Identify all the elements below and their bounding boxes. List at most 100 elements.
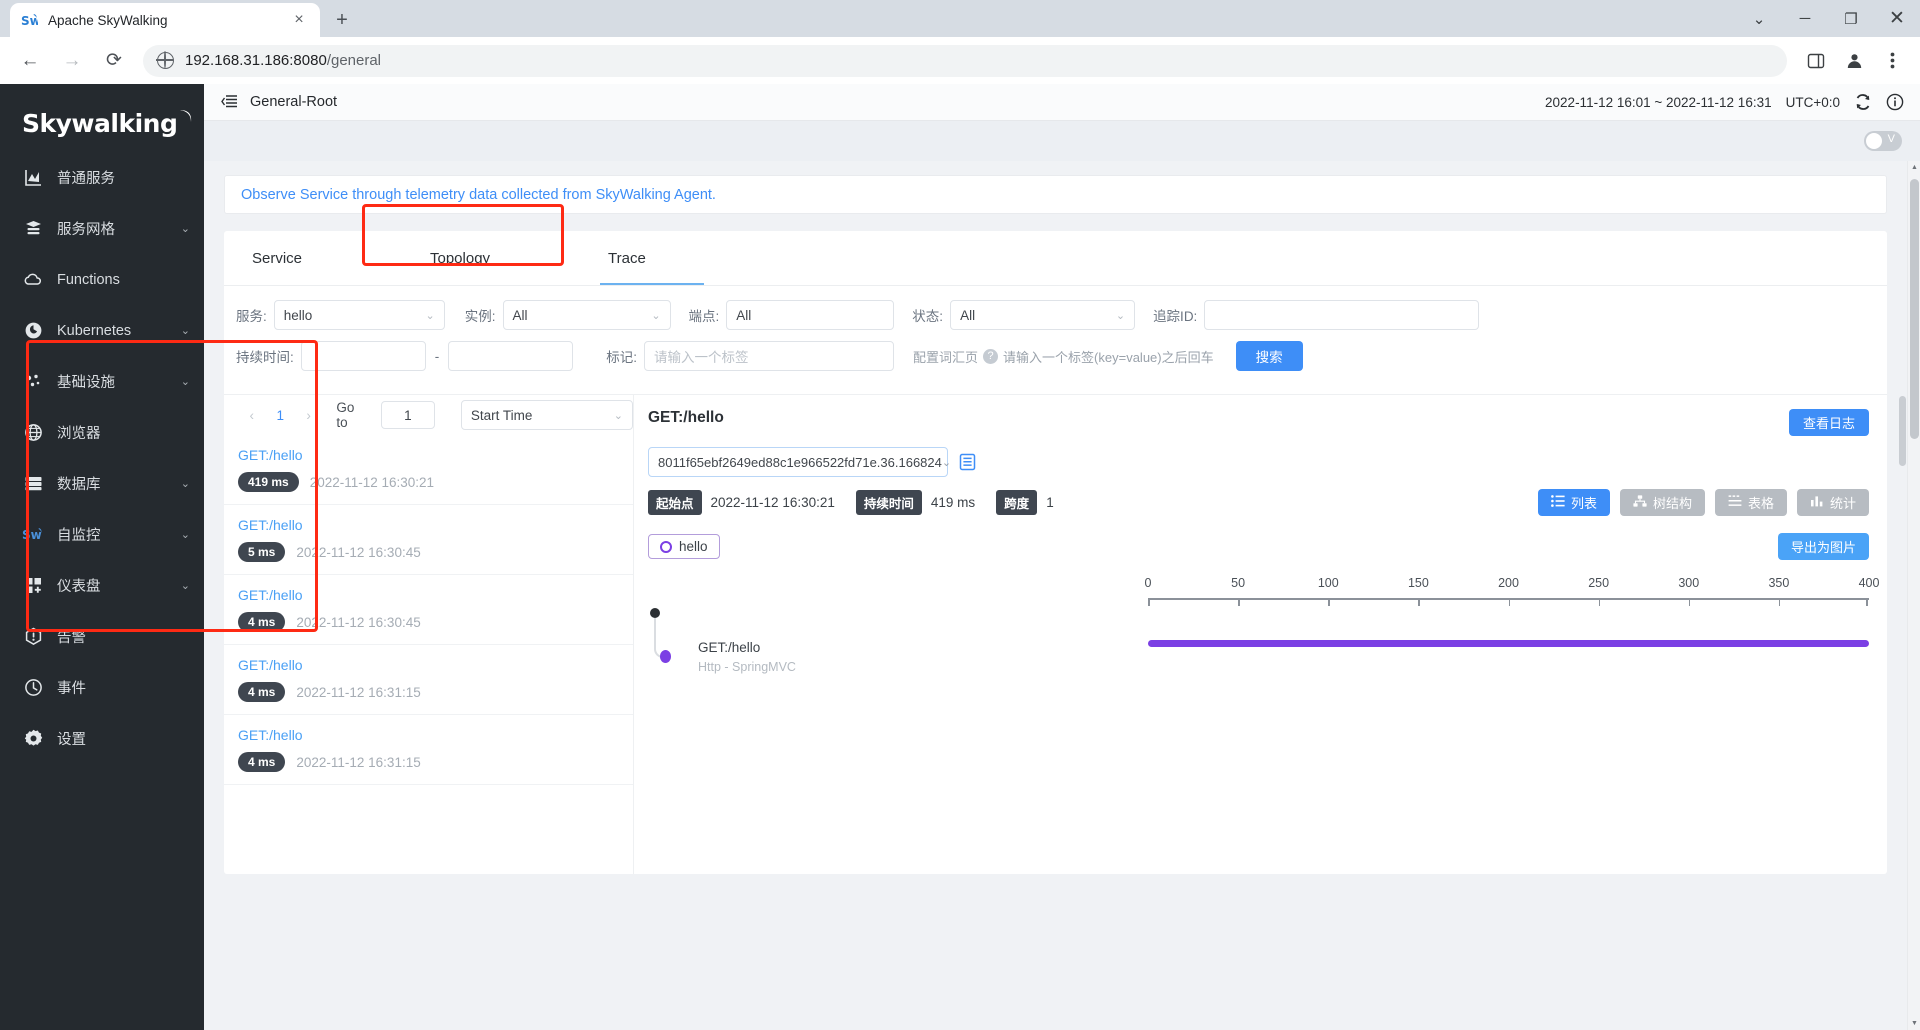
panel-scrollbar-thumb[interactable] bbox=[1899, 396, 1906, 466]
view-logs-button[interactable]: 查看日志 bbox=[1788, 409, 1869, 436]
time-range[interactable]: 2022-11-12 16:01 ~ 2022-11-12 16:31 bbox=[1545, 95, 1772, 110]
reload-icon[interactable]: ⟳ bbox=[95, 42, 133, 80]
browser-menu-icon[interactable] bbox=[1875, 44, 1909, 78]
chevron-down-icon: ⌄ bbox=[180, 580, 190, 592]
app-logo[interactable]: Skywalking bbox=[0, 94, 204, 152]
address-bar[interactable]: 192.168.31.186:8080/general bbox=[143, 44, 1787, 77]
chevron-down-icon[interactable]: ⌄ bbox=[1736, 0, 1782, 37]
service-select[interactable]: hello ⌄ bbox=[273, 300, 445, 330]
view-list-button[interactable]: 列表 bbox=[1537, 489, 1610, 516]
sidebar-item-self-observability[interactable]: Sw 自监控 ⌄ bbox=[0, 509, 204, 560]
view-tree-button[interactable]: 树结构 bbox=[1619, 489, 1705, 516]
sidebar-item-label: 事件 bbox=[57, 681, 86, 697]
trace-meta: 4 ms 2022-11-12 16:31:15 bbox=[238, 682, 633, 702]
config-vocabulary-link[interactable]: 配置词汇页 bbox=[913, 347, 978, 366]
tab-service[interactable]: Service bbox=[224, 231, 402, 285]
info-icon[interactable] bbox=[1886, 93, 1904, 111]
duration-from-input[interactable] bbox=[300, 341, 426, 371]
back-icon[interactable]: ← bbox=[11, 42, 49, 80]
clipboard-icon[interactable] bbox=[959, 453, 976, 471]
gantt-chart: GET:/hello Http - SpringMVC 0 50 100 150… bbox=[648, 576, 1879, 676]
page-scrollbar[interactable]: ▲ ▼ bbox=[1907, 161, 1920, 1030]
next-page-button[interactable]: › bbox=[295, 408, 322, 423]
search-button[interactable]: 搜索 bbox=[1235, 341, 1303, 371]
instance-select[interactable]: All ⌄ bbox=[502, 300, 671, 330]
scroll-up-icon[interactable]: ▲ bbox=[1908, 161, 1920, 174]
sort-select[interactable]: Start Time ⌄ bbox=[460, 400, 633, 430]
trace-meta: 419 ms 2022-11-12 16:30:21 bbox=[238, 472, 633, 492]
sidebar-item-dashboard[interactable]: 仪表盘 ⌄ bbox=[0, 560, 204, 611]
topbar-right: 2022-11-12 16:01 ~ 2022-11-12 16:31 UTC+… bbox=[1545, 93, 1904, 111]
endpoint-input[interactable]: All bbox=[726, 300, 895, 330]
export-image-button[interactable]: 导出为图片 bbox=[1777, 533, 1869, 560]
sidebar-item-event[interactable]: 事件 bbox=[0, 662, 204, 713]
prev-page-button[interactable]: ‹ bbox=[238, 408, 265, 423]
list-item[interactable]: GET:/hello 419 ms 2022-11-12 16:30:21 bbox=[224, 435, 633, 505]
sidebar-item-functions[interactable]: Functions bbox=[0, 254, 204, 305]
sidebar-item-infrastructure[interactable]: 基础设施 ⌄ bbox=[0, 356, 204, 407]
sidebar-item-browser[interactable]: 浏览器 bbox=[0, 407, 204, 458]
new-tab-button[interactable]: + bbox=[324, 5, 360, 35]
panel-scrollbar[interactable] bbox=[1898, 396, 1907, 996]
service-chip[interactable]: hello bbox=[648, 534, 720, 559]
service-legend-row: hello 导出为图片 bbox=[648, 533, 1869, 560]
chevron-down-icon: ⌄ bbox=[180, 223, 190, 235]
sidepanel-icon[interactable] bbox=[1799, 44, 1833, 78]
page-number[interactable]: 1 bbox=[265, 408, 294, 423]
chevron-down-icon: ⌄ bbox=[180, 376, 190, 388]
goto-page-input[interactable]: 1 bbox=[380, 401, 435, 429]
chevron-down-icon: ⌄ bbox=[180, 478, 190, 490]
filter-service: 服务: hello ⌄ bbox=[236, 300, 445, 330]
span-bar[interactable] bbox=[1148, 640, 1869, 647]
list-item[interactable]: GET:/hello 4 ms 2022-11-12 16:31:15 bbox=[224, 645, 633, 715]
dark-mode-toggle[interactable]: V bbox=[1864, 131, 1902, 151]
goto-label: Go to bbox=[336, 400, 355, 430]
globe-icon bbox=[156, 51, 174, 69]
sidebar-item-label: 设置 bbox=[57, 732, 86, 748]
browser-tab[interactable]: Sw Apache SkyWalking × bbox=[10, 3, 320, 37]
minimize-icon[interactable]: ─ bbox=[1782, 0, 1828, 37]
sidebar-item-service-mesh[interactable]: 服务网格 ⌄ bbox=[0, 203, 204, 254]
trace-meta: 4 ms 2022-11-12 16:30:45 bbox=[238, 612, 633, 632]
trace-time: 2022-11-12 16:30:45 bbox=[296, 544, 421, 560]
list-view-icon bbox=[1551, 495, 1565, 510]
service-select-value: hello bbox=[283, 307, 313, 323]
tab-topology[interactable]: Topology bbox=[402, 231, 580, 285]
tab-trace[interactable]: Trace bbox=[580, 231, 758, 285]
chevron-down-icon: ⌄ bbox=[425, 309, 435, 322]
tags-input-placeholder: 请输入一个标签 bbox=[654, 350, 749, 365]
close-tab-icon[interactable]: × bbox=[288, 12, 310, 28]
view-table-button[interactable]: 表格 bbox=[1714, 489, 1787, 516]
scroll-down-icon[interactable]: ▼ bbox=[1908, 1017, 1920, 1030]
chevron-down-icon: ⌄ bbox=[180, 529, 190, 541]
trace-detail-column: GET:/hello 查看日志 8011f65ebf2649ed88c1e966… bbox=[634, 395, 1887, 874]
forward-icon[interactable]: → bbox=[53, 42, 91, 80]
filter-status-label: 状态: bbox=[912, 309, 944, 324]
question-icon[interactable]: ? bbox=[983, 348, 999, 364]
refresh-icon[interactable] bbox=[1854, 93, 1872, 111]
sidebar-item-settings[interactable]: 设置 bbox=[0, 713, 204, 764]
list-menu-icon[interactable] bbox=[220, 92, 240, 112]
sidebar-item-database[interactable]: 数据库 ⌄ bbox=[0, 458, 204, 509]
sidebar-item-alarm[interactable]: 告警 bbox=[0, 611, 204, 662]
filter-endpoint: 端点: All bbox=[689, 300, 895, 330]
status-select[interactable]: All ⌄ bbox=[950, 300, 1136, 330]
trace-id-select[interactable]: 8011f65ebf2649ed88c1e966522fd71e.36.1668… bbox=[648, 447, 951, 477]
trace-name: GET:/hello bbox=[238, 657, 303, 673]
list-item[interactable]: GET:/hello 4 ms 2022-11-12 16:31:15 bbox=[224, 715, 633, 785]
close-window-icon[interactable]: ✕ bbox=[1874, 0, 1920, 37]
trace-list-column: ‹ 1 › Go to 1 Start Time ⌄ GET:/hello 41… bbox=[224, 395, 634, 874]
profile-avatar-icon[interactable] bbox=[1837, 44, 1871, 78]
list-item[interactable]: GET:/hello 5 ms 2022-11-12 16:30:45 bbox=[224, 505, 633, 575]
tags-input[interactable]: 请输入一个标签 bbox=[644, 341, 895, 371]
filter-duration: 持续时间: - bbox=[236, 341, 574, 371]
view-stats-button[interactable]: 统计 bbox=[1796, 489, 1869, 516]
sidebar-item-general-service[interactable]: 普通服务 bbox=[0, 152, 204, 203]
duration-badge: 4 ms bbox=[238, 682, 286, 702]
sidebar-item-kubernetes[interactable]: Kubernetes ⌄ bbox=[0, 305, 204, 356]
page-scrollbar-thumb[interactable] bbox=[1910, 179, 1919, 439]
traceid-input[interactable] bbox=[1204, 300, 1480, 330]
duration-to-input[interactable] bbox=[448, 341, 574, 371]
list-item[interactable]: GET:/hello 4 ms 2022-11-12 16:30:45 bbox=[224, 575, 633, 645]
maximize-icon[interactable]: ❐ bbox=[1828, 0, 1874, 37]
